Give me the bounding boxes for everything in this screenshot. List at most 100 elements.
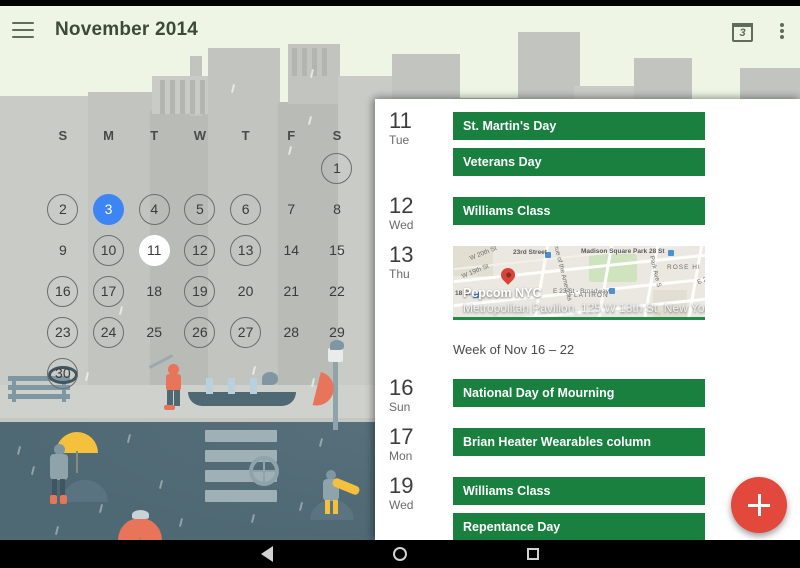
month-day-20[interactable]: 20 [230, 276, 261, 307]
month-day-18[interactable]: 18 [139, 276, 170, 307]
month-day-cell[interactable]: 27 [223, 316, 269, 348]
month-day-cell[interactable]: 8 [314, 193, 360, 225]
status-bar [0, 0, 800, 6]
map-subway-marker [609, 288, 615, 294]
month-day-cell[interactable]: 6 [223, 193, 269, 225]
dow-label: M [103, 128, 114, 143]
month-day-2[interactable]: 2 [47, 193, 79, 225]
month-day-29[interactable]: 29 [321, 317, 352, 348]
more-vertical-icon[interactable] [773, 23, 791, 41]
month-day-30[interactable]: 30 [47, 357, 79, 389]
month-day-cell[interactable]: 22 [314, 275, 360, 307]
month-day-cell[interactable]: 28 [268, 316, 314, 348]
home-circle-icon[interactable] [393, 547, 407, 561]
agenda-day-name: Tue [389, 133, 410, 147]
month-day-27[interactable]: 27 [230, 316, 262, 348]
dow-label: S [58, 128, 68, 143]
month-day-cell[interactable]: 10 [86, 234, 132, 266]
event-map-card[interactable]: W 20th St W 19th St 18 St 23rd Street Avenue… [453, 246, 705, 320]
month-day-cell[interactable]: 17 [86, 275, 132, 307]
event-chip[interactable]: Williams Class [453, 477, 705, 505]
month-day-12[interactable]: 12 [184, 234, 216, 266]
month-day-cell [131, 152, 177, 184]
agenda-day-name: Mon [389, 449, 413, 463]
month-day-13[interactable]: 13 [230, 234, 262, 266]
month-day-11[interactable]: 11 [138, 234, 170, 266]
month-day-cell[interactable]: 29 [314, 316, 360, 348]
month-day-cell [268, 357, 314, 389]
month-day-cell[interactable]: 16 [40, 275, 86, 307]
month-day-cell[interactable]: 21 [268, 275, 314, 307]
month-day-26[interactable]: 26 [184, 316, 216, 348]
month-day-cell[interactable]: 18 [131, 275, 177, 307]
event-chip[interactable]: Veterans Day [453, 148, 705, 176]
month-day-1[interactable]: 1 [321, 152, 353, 184]
month-day-cell[interactable]: 7 [268, 193, 314, 225]
month-day-cell[interactable]: 15 [314, 234, 360, 266]
agenda-day-number: 19 [389, 473, 414, 498]
month-day-cell[interactable]: 13 [223, 234, 269, 266]
month-day-cell[interactable]: 3 [86, 193, 132, 225]
event-chip[interactable]: Williams Class [453, 197, 705, 225]
event-chip[interactable]: Repentance Day [453, 513, 705, 540]
month-day-28[interactable]: 28 [276, 317, 307, 348]
month-day-cell[interactable]: 19 [177, 275, 223, 307]
month-day-16[interactable]: 16 [47, 275, 79, 307]
month-day-cell[interactable]: 11 [131, 234, 177, 266]
calendar-icon[interactable]: 3 [731, 20, 755, 44]
month-day-6[interactable]: 6 [230, 193, 262, 225]
hamburger-menu-icon[interactable] [12, 22, 34, 38]
month-day-14[interactable]: 14 [276, 235, 307, 266]
agenda-day-row: 11 Tue St. Martin's Day Veterans Day [375, 99, 800, 184]
month-day-7[interactable]: 7 [276, 194, 307, 225]
event-chip[interactable]: St. Martin's Day [453, 112, 705, 140]
month-day-cell[interactable]: 20 [223, 275, 269, 307]
month-day-10[interactable]: 10 [93, 234, 125, 266]
agenda-events: St. Martin's Day Veterans Day [453, 99, 800, 184]
month-day-24[interactable]: 24 [93, 316, 125, 348]
month-day-22[interactable]: 22 [321, 276, 352, 307]
month-day-cell[interactable]: 30 [40, 357, 86, 389]
month-day-cell[interactable]: 4 [131, 193, 177, 225]
agenda-date: 17 Mon [375, 415, 453, 464]
month-day-cell[interactable]: 25 [131, 316, 177, 348]
month-day-5[interactable]: 5 [184, 193, 216, 225]
agenda-date: 19 Wed [375, 464, 453, 540]
month-day-19[interactable]: 19 [184, 275, 216, 307]
month-day-4[interactable]: 4 [138, 193, 170, 225]
agenda-date: 13 Thu [375, 233, 453, 328]
month-day-cell[interactable]: 9 [40, 234, 86, 266]
month-week-row: 23 24 25 26 27 28 29 [40, 316, 360, 348]
month-day-21[interactable]: 21 [276, 276, 307, 307]
agenda-rows-upper: 11 Tue St. Martin's Day Veterans Day 12 Wed Wi… [375, 99, 800, 328]
month-day-9[interactable]: 9 [47, 235, 78, 266]
month-day-25[interactable]: 25 [139, 317, 170, 348]
event-chip[interactable]: National Day of Mourning [453, 379, 705, 407]
month-day-cell[interactable]: 12 [177, 234, 223, 266]
map-street-label: 23rd Street [513, 249, 547, 256]
month-day-cell[interactable]: 2 [40, 193, 86, 225]
month-day-cell[interactable]: 5 [177, 193, 223, 225]
calendar-icon-day: 3 [739, 27, 746, 39]
month-day-cell[interactable]: 14 [268, 234, 314, 266]
back-triangle-icon[interactable] [261, 546, 273, 562]
month-day-17[interactable]: 17 [93, 275, 125, 307]
event-chip[interactable]: Brian Heater Wearables column [453, 428, 705, 456]
recents-square-icon[interactable] [527, 548, 539, 560]
crosswalk-stripe [205, 490, 277, 502]
create-event-fab[interactable] [731, 477, 787, 533]
month-day-3[interactable]: 3 [93, 193, 125, 225]
agenda-day-number: 11 [389, 108, 412, 133]
month-day-cell[interactable]: 1 [314, 152, 360, 184]
month-day-23[interactable]: 23 [47, 316, 79, 348]
month-day-cell[interactable]: 23 [40, 316, 86, 348]
map-neighborhood-label: FLATIRON [569, 292, 609, 299]
month-day-8[interactable]: 8 [321, 194, 352, 225]
dow-label: W [193, 128, 207, 143]
month-week-row: 16 17 18 19 20 21 22 [40, 275, 360, 307]
agenda-panel[interactable]: 11 Tue St. Martin's Day Veterans Day 12 Wed Wi… [375, 99, 800, 540]
agenda-day-row: 16 Sun National Day of Mourning [375, 366, 800, 415]
month-day-cell[interactable]: 26 [177, 316, 223, 348]
month-day-15[interactable]: 15 [321, 235, 352, 266]
month-day-cell[interactable]: 24 [86, 316, 132, 348]
